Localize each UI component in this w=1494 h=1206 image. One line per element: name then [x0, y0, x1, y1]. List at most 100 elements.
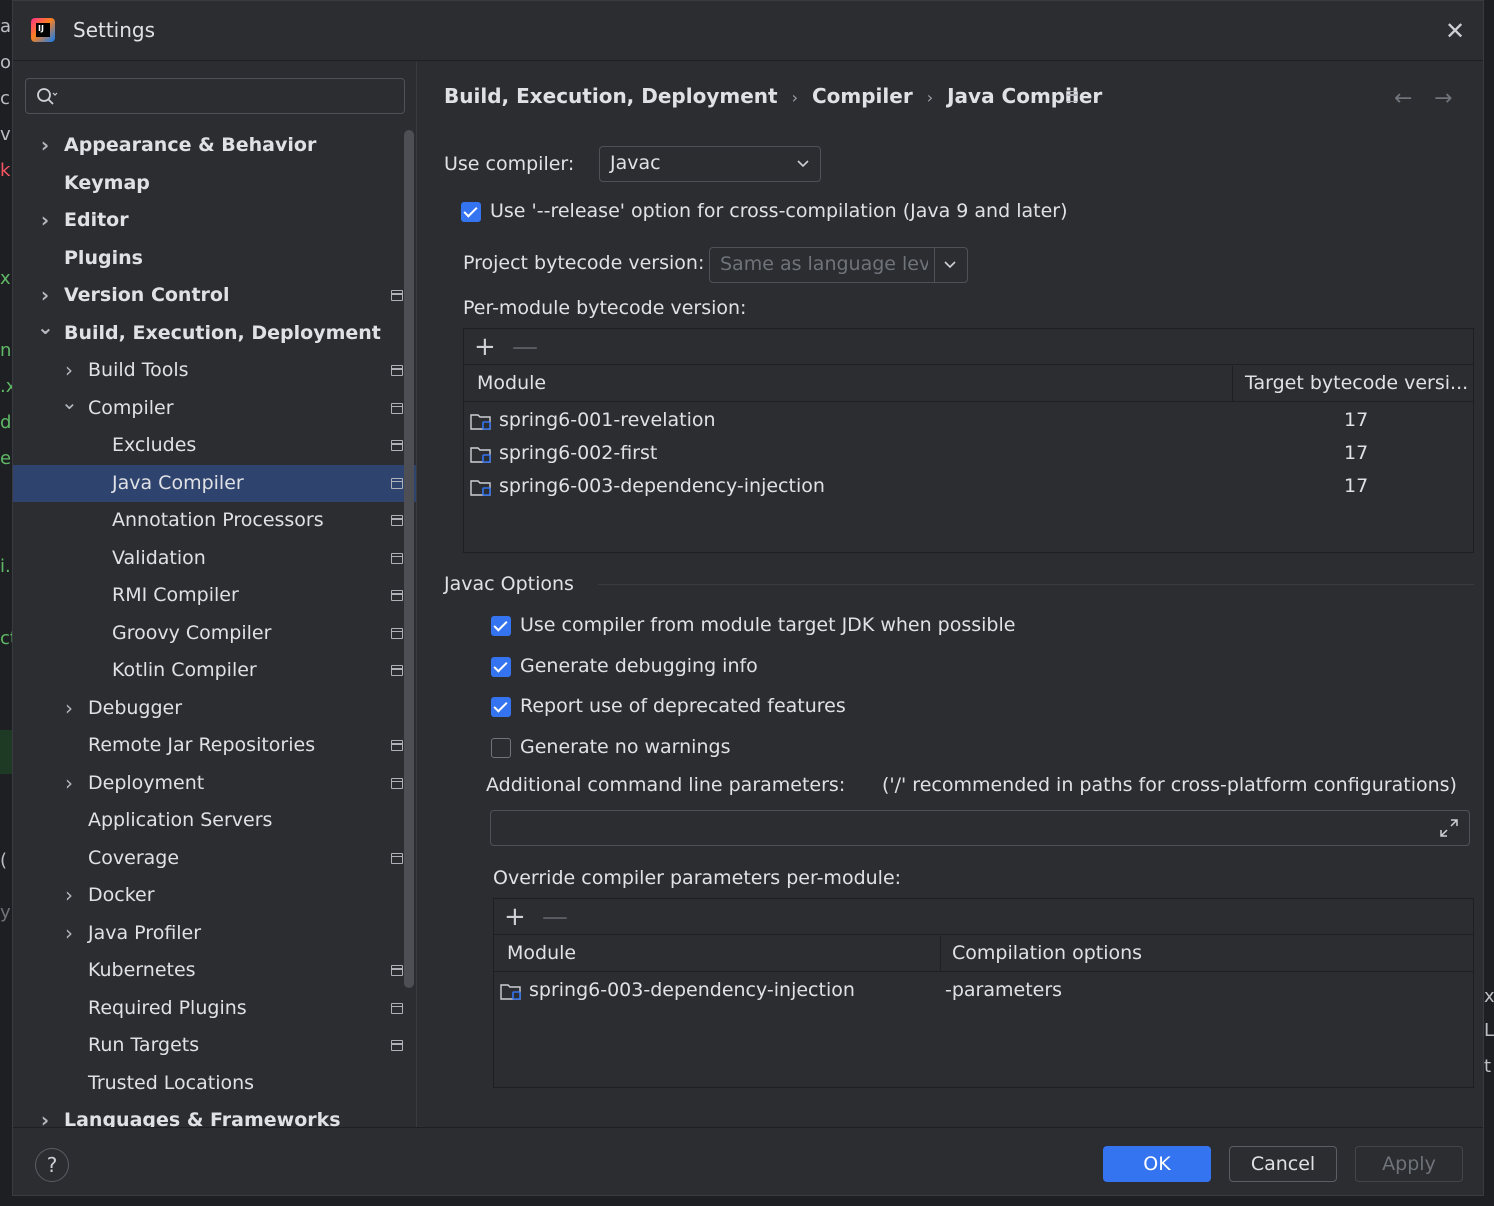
bg-char: .x: [0, 376, 12, 397]
table-row[interactable]: spring6-001-revelation 17: [464, 405, 1473, 438]
chevron-right-icon[interactable]: ›: [37, 127, 53, 165]
sidebar-item[interactable]: Java Compiler: [13, 464, 416, 502]
sidebar-item[interactable]: Run Targets: [13, 1027, 416, 1065]
project-bytecode-select[interactable]: Same as language leve: [709, 247, 968, 283]
breadcrumb-separator: ›: [926, 88, 934, 107]
forward-arrow-icon[interactable]: →: [1434, 86, 1452, 111]
bg-char: d: [0, 412, 12, 433]
chevron-right-icon[interactable]: ›: [37, 202, 53, 240]
override-params-label: Override compiler parameters per-module:: [493, 867, 902, 889]
sidebar-item[interactable]: Trusted Locations: [13, 1065, 416, 1103]
javac-option-checkbox[interactable]: [491, 738, 511, 758]
project-scope-icon: [391, 477, 403, 489]
bg-char: ct: [0, 628, 12, 649]
project-scope-icon: [391, 777, 403, 789]
sidebar-item[interactable]: RMI Compiler: [13, 577, 416, 615]
sidebar-item-label: Appearance & Behavior: [64, 134, 317, 156]
sidebar-item[interactable]: › Debugger: [13, 690, 416, 728]
sidebar-item[interactable]: ⌄ Build, Execution, Deployment: [13, 315, 416, 353]
sidebar-item[interactable]: Plugins: [13, 240, 416, 278]
add-icon[interactable]: +: [474, 332, 496, 362]
release-option-checkbox[interactable]: [461, 202, 481, 222]
javac-option-label: Generate no warnings: [520, 736, 731, 758]
sidebar-item[interactable]: › Deployment: [13, 765, 416, 803]
sidebar-item[interactable]: › Java Profiler: [13, 915, 416, 953]
sidebar-item[interactable]: Coverage: [13, 840, 416, 878]
sidebar-item[interactable]: Kotlin Compiler: [13, 652, 416, 690]
column-header-module[interactable]: Module: [507, 942, 576, 964]
column-divider[interactable]: [940, 936, 941, 972]
table-row[interactable]: spring6-003-dependency-injection -paramet…: [494, 975, 1473, 1008]
chevron-right-icon[interactable]: ›: [61, 690, 77, 728]
override-params-table: + — Module Compilation options spring6-0…: [493, 898, 1474, 1088]
breadcrumb-item[interactable]: Build, Execution, Deployment: [444, 84, 778, 108]
breadcrumb-item[interactable]: Compiler: [812, 84, 913, 108]
column-header-options[interactable]: Compilation options: [952, 942, 1142, 964]
sidebar-item-label: Build, Execution, Deployment: [64, 321, 381, 344]
project-scope-icon: [391, 365, 403, 376]
sidebar-item[interactable]: › Docker: [13, 877, 416, 915]
sidebar-item[interactable]: ⌄ Compiler: [13, 390, 416, 428]
sidebar-item[interactable]: Groovy Compiler: [13, 615, 416, 653]
module-name: spring6-003-dependency-injection: [529, 979, 855, 1001]
add-icon[interactable]: +: [504, 902, 526, 932]
chevron-down-icon[interactable]: ⌄: [37, 309, 54, 347]
bg-char: o: [0, 52, 12, 73]
chevron-down-icon[interactable]: ⌄: [61, 384, 78, 422]
table-row[interactable]: spring6-002-first 17: [464, 438, 1473, 471]
compilation-options-value[interactable]: -parameters: [945, 979, 1062, 1001]
close-icon[interactable]: ✕: [1439, 15, 1471, 47]
sidebar-item[interactable]: › Languages & Frameworks: [13, 1102, 416, 1127]
chevron-right-icon[interactable]: ›: [61, 765, 77, 803]
sidebar-item-label: Remote Jar Repositories: [88, 734, 316, 756]
column-header-target[interactable]: Target bytecode versi...: [1245, 372, 1468, 394]
javac-option-checkbox[interactable]: [491, 616, 511, 636]
sidebar-item-label: Debugger: [88, 696, 183, 719]
chevron-right-icon[interactable]: ›: [61, 877, 77, 915]
additional-params-hint: ('/' recommended in paths for cross-plat…: [882, 774, 1457, 796]
additional-params-input[interactable]: [490, 810, 1470, 846]
module-folder-icon: [470, 447, 491, 463]
use-compiler-label: Use compiler:: [444, 153, 575, 175]
chevron-right-icon[interactable]: ›: [37, 1102, 53, 1127]
javac-option-checkbox[interactable]: [491, 697, 511, 717]
sidebar-scrollbar[interactable]: [404, 130, 414, 988]
bg-char: k.: [0, 160, 12, 181]
ok-button[interactable]: OK: [1103, 1146, 1211, 1182]
search-input[interactable]: [66, 83, 396, 109]
bg-char: (: [0, 850, 8, 871]
chevron-down-icon: [797, 160, 809, 168]
sidebar-item[interactable]: Remote Jar Repositories: [13, 727, 416, 765]
javac-options-title: Javac Options: [444, 573, 574, 595]
sidebar-item[interactable]: › Editor: [13, 202, 416, 240]
sidebar-item[interactable]: Annotation Processors: [13, 502, 416, 540]
table-row[interactable]: spring6-003-dependency-injection 17: [464, 471, 1473, 504]
column-header-module[interactable]: Module: [477, 372, 546, 394]
bg-highlight: [0, 730, 12, 774]
sidebar-item[interactable]: Application Servers: [13, 802, 416, 840]
sidebar-item[interactable]: › Version Control: [13, 277, 416, 315]
sidebar-item[interactable]: Keymap: [13, 165, 416, 203]
cancel-button[interactable]: Cancel: [1229, 1146, 1337, 1182]
target-bytecode-version: 17: [1344, 442, 1369, 464]
sidebar-item[interactable]: Required Plugins: [13, 990, 416, 1028]
table-toolbar: + —: [494, 899, 1473, 935]
bg-char: xr: [0, 268, 12, 289]
background-right-strip: x L t: [1484, 980, 1494, 1100]
sidebar-item-label: Java Compiler: [112, 471, 244, 494]
sidebar-item-label: Build Tools: [88, 359, 189, 381]
sidebar-item[interactable]: Validation: [13, 540, 416, 578]
sidebar-item[interactable]: Kubernetes: [13, 952, 416, 990]
sidebar-item[interactable]: › Appearance & Behavior: [13, 127, 416, 165]
chevron-right-icon[interactable]: ›: [61, 915, 77, 953]
search-box[interactable]: [25, 78, 405, 114]
expand-icon[interactable]: [1437, 816, 1461, 840]
apply-button[interactable]: Apply: [1355, 1146, 1463, 1182]
sidebar-item[interactable]: Excludes: [13, 427, 416, 465]
compiler-select[interactable]: Javac: [599, 146, 821, 182]
back-arrow-icon[interactable]: ←: [1394, 86, 1412, 111]
help-icon[interactable]: ?: [35, 1148, 69, 1182]
column-divider[interactable]: [1232, 366, 1233, 402]
sidebar-item-label: Trusted Locations: [88, 1071, 255, 1094]
javac-option-checkbox[interactable]: [491, 657, 511, 677]
